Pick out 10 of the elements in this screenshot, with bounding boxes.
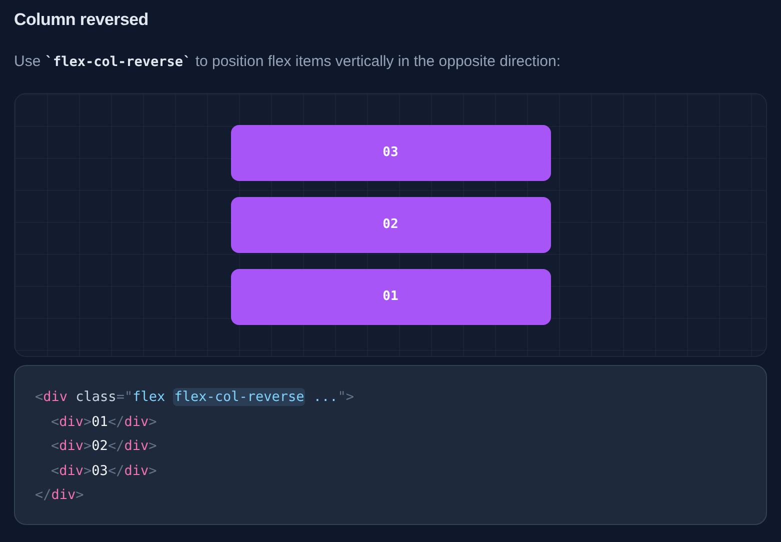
flex-item: 01 xyxy=(230,269,550,325)
code-line: </div> xyxy=(35,487,84,503)
code-line: <div>03</div> xyxy=(51,462,157,478)
section-heading: Column reversed xyxy=(14,9,150,31)
code-line: <div class="flex flex-col-reverse ..."> xyxy=(35,388,354,406)
flex-item: 02 xyxy=(230,197,550,253)
description-text: Use `flex-col-reverse` to position flex items vertically in the opposite direction: xyxy=(14,52,562,72)
code-line: <div>02</div> xyxy=(51,438,157,454)
code-line: <div>01</div> xyxy=(51,414,157,430)
flex-item: 03 xyxy=(230,125,550,181)
